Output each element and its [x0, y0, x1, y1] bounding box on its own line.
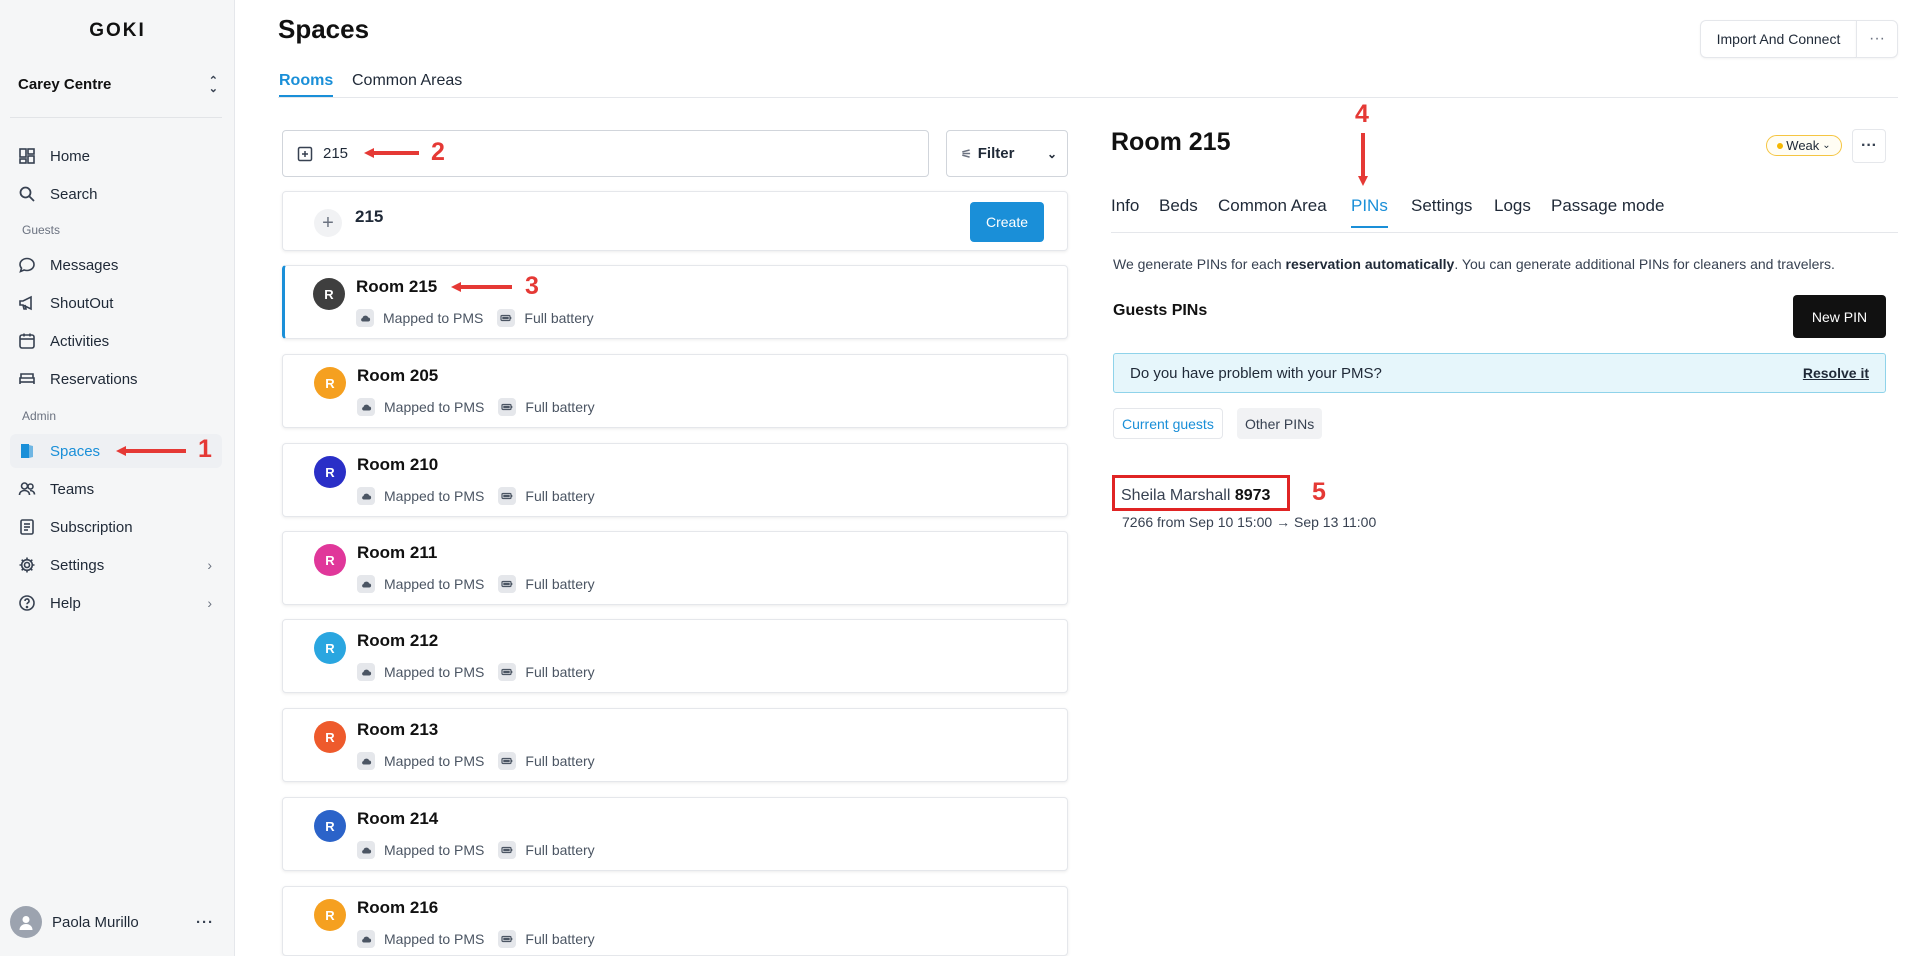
- annotation-number-4: 4: [1355, 100, 1369, 128]
- annotation-number-2: 2: [431, 138, 445, 166]
- annotation-number-5: 5: [1312, 478, 1326, 506]
- annotation-highlight-box: [1112, 475, 1290, 511]
- annotation-number-1: 1: [198, 435, 212, 463]
- annotation-number-3: 3: [525, 272, 539, 300]
- annotation-arrows: [116, 133, 1368, 456]
